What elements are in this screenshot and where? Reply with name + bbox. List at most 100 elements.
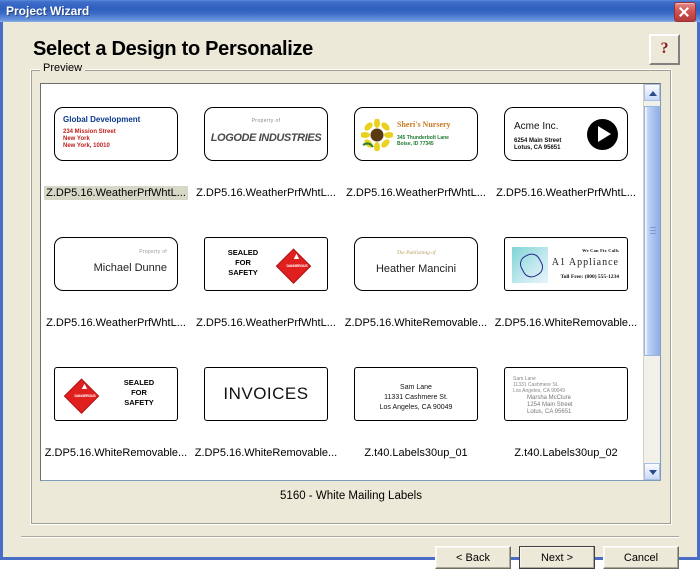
design-text: SEALED FOR SAFETY — [123, 378, 155, 407]
design-item[interactable]: SEALED FOR SAFETY ▲ DANGEROUS Z.DP5.16.WhiteR… — [41, 344, 191, 474]
design-thumbnail-wrap: We Can Fix Calls A1 Appliance Toll Free: (… — [504, 214, 628, 314]
design-item[interactable]: We Can Fix Calls A1 Appliance Toll Free: (… — [491, 214, 641, 344]
design-thumbnail-wrap: SEALED FOR SAFETY ▲ DANGEROUS — [204, 214, 328, 314]
design-row: Property of Michael Dunne Z.DP5.16.Weather… — [41, 214, 644, 344]
design-caption: Z.t40.Labels30up_02 — [514, 447, 618, 459]
design-thumbnail-wrap: Property of LOGODE INDUSTRIES — [204, 84, 328, 184]
design-item[interactable]: INVOICES Z.DP5.16.WhiteRemovable... — [191, 344, 341, 474]
design-property-of: Property of — [139, 249, 167, 255]
scroll-down-button[interactable] — [644, 463, 660, 480]
design-thumbnail: Sam Lane 11331 Cashmere St. Los Angeles, C… — [504, 367, 628, 421]
design-recipient-address: Marsha McClure 1254 Main Street Lotus, CA … — [527, 395, 573, 415]
preview-status-text: 5160 - White Mailing Labels — [280, 490, 422, 502]
design-name: Heather Mancini — [375, 263, 457, 275]
design-logo-text: LOGODE INDUSTRIES — [210, 132, 322, 144]
design-caption: Z.DP5.16.WhiteRemovable... — [44, 447, 188, 459]
design-caption: Z.DP5.16.WeatherPrfWhtL... — [346, 187, 486, 199]
footer-button-bar: < Back Next > Cancel — [435, 546, 679, 569]
appliance-icon — [512, 247, 548, 283]
design-thumbnail-wrap: Sheri's Nursery 345 Thunderbolt Lane Boise… — [354, 84, 478, 184]
design-caption: Z.DP5.16.WhiteRemovable... — [494, 317, 638, 329]
design-thumbnail: INVOICES — [204, 367, 328, 421]
title-bar: Project Wizard — [0, 0, 700, 22]
back-button[interactable]: < Back — [435, 546, 511, 569]
design-item[interactable]: The Publishing of Heather Mancini Z.DP5.16… — [341, 214, 491, 344]
design-thumbnail: The Publishing of Heather Mancini — [354, 237, 478, 291]
design-item[interactable]: Acme Inc. 6254 Main Street Lotus, CA 95651… — [491, 84, 641, 214]
footer-divider — [21, 536, 679, 538]
close-icon[interactable] — [674, 2, 696, 22]
help-button[interactable]: ? — [649, 34, 680, 65]
design-thumbnail-wrap: Global Development 234 Mission Street New … — [54, 84, 178, 184]
design-item[interactable]: SEALED FOR SAFETY ▲ DANGEROUS Z.DP5.16.Weathe… — [191, 214, 341, 344]
scrollbar-grip — [650, 227, 656, 235]
design-text: SEALED FOR SAFETY — [227, 248, 259, 277]
design-title: Acme Inc. — [514, 121, 559, 132]
design-address: 6254 Main Street Lotus, CA 95651 — [514, 138, 562, 151]
design-tagline: We Can Fix Calls — [582, 248, 619, 253]
dialog-client-area: Select a Design to Personalize ? Preview… — [3, 22, 697, 569]
design-return-address: Sam Lane 11331 Cashmere St. Los Angeles, C… — [513, 376, 565, 394]
design-toll-free: Toll Free: (800) 555-1234 — [560, 274, 619, 280]
design-item[interactable]: Global Development 234 Mission Street New … — [41, 84, 191, 214]
chevron-up-icon — [649, 91, 657, 96]
design-caption: Z.DP5.16.WeatherPrfWhtL... — [46, 317, 186, 329]
design-address: 234 Mission Street New York New York, 1001… — [63, 129, 116, 149]
design-item[interactable]: Sheri's Nursery 345 Thunderbolt Lane Boise… — [341, 84, 491, 214]
design-thumbnail: Property of LOGODE INDUSTRIES — [204, 107, 328, 161]
design-title: Global Development — [63, 115, 141, 124]
design-list-viewport: Global Development 234 Mission Street New … — [41, 84, 644, 480]
design-script-text: The Publishing of — [396, 250, 436, 256]
design-thumbnail: SEALED FOR SAFETY ▲ DANGEROUS — [204, 237, 328, 291]
design-name: Michael Dunne — [93, 262, 167, 274]
design-thumbnail-wrap: INVOICES — [204, 344, 328, 444]
preview-legend: Preview — [40, 62, 86, 74]
design-property-of: Property of — [251, 118, 281, 124]
design-thumbnail: We Can Fix Calls A1 Appliance Toll Free: (… — [504, 237, 628, 291]
project-wizard-window: Project Wizard Select a Design to Person… — [0, 0, 700, 569]
design-thumbnail-wrap: Sam Lane 11331 Cashmere St. Los Angeles, C… — [504, 344, 628, 444]
design-title: A1 Appliance — [551, 257, 619, 268]
design-item[interactable]: Property of Michael Dunne Z.DP5.16.Weather… — [41, 214, 191, 344]
back-button-label: < Back — [456, 551, 490, 564]
design-thumbnail: Property of Michael Dunne — [54, 237, 178, 291]
design-caption: Z.t40.Labels30up_01 — [364, 447, 468, 459]
preview-group-box: Preview Global Development 234 Mission St… — [30, 62, 672, 525]
chevron-down-icon — [649, 470, 657, 475]
design-address: Sam Lane 11331 Cashmere St. Los Angeles, C… — [379, 384, 453, 411]
design-address: 345 Thunderbolt Lane Boise, ID 77345 — [397, 135, 449, 147]
next-button-label: Next > — [540, 551, 574, 564]
design-thumbnail-wrap: Acme Inc. 6254 Main Street Lotus, CA 95651 — [504, 84, 628, 184]
design-thumbnail-wrap: The Publishing of Heather Mancini — [354, 214, 478, 314]
design-caption: Z.DP5.16.WhiteRemovable... — [344, 317, 488, 329]
scroll-up-button[interactable] — [644, 84, 660, 101]
design-caption: Z.DP5.16.WeatherPrfWhtL... — [196, 317, 336, 329]
hazard-diamond-icon: ▲ DANGEROUS — [275, 248, 313, 284]
cancel-button[interactable]: Cancel — [603, 546, 679, 569]
design-thumbnail: Sam Lane 11331 Cashmere St. Los Angeles, C… — [354, 367, 478, 421]
design-thumbnail-wrap: Sam Lane 11331 Cashmere St. Los Angeles, C… — [354, 344, 478, 444]
design-thumbnail: SEALED FOR SAFETY ▲ DANGEROUS — [54, 367, 178, 421]
design-thumbnail: Global Development 234 Mission Street New … — [54, 107, 178, 161]
window-title: Project Wizard — [6, 4, 90, 18]
design-row: SEALED FOR SAFETY ▲ DANGEROUS Z.DP5.16.WhiteR… — [41, 344, 644, 474]
design-list-scrollbar[interactable] — [643, 84, 660, 480]
sunflower-image — [361, 119, 393, 151]
design-thumbnail-wrap: SEALED FOR SAFETY ▲ DANGEROUS — [54, 344, 178, 444]
next-button[interactable]: Next > — [519, 546, 595, 569]
design-item[interactable]: Sam Lane 11331 Cashmere St. Los Angeles, C… — [341, 344, 491, 474]
scrollbar-thumb[interactable] — [644, 106, 660, 356]
question-mark-icon: ? — [660, 40, 669, 57]
design-text: INVOICES — [223, 384, 309, 403]
design-thumbnail: Acme Inc. 6254 Main Street Lotus, CA 95651 — [504, 107, 628, 161]
design-caption: Z.DP5.16.WeatherPrfWhtL... — [44, 186, 188, 200]
design-caption: Z.DP5.16.WeatherPrfWhtL... — [196, 187, 336, 199]
design-row: Global Development 234 Mission Street New … — [41, 84, 644, 214]
design-item[interactable]: Property of LOGODE INDUSTRIES Z.DP5.16.Wea… — [191, 84, 341, 214]
design-thumbnail-wrap: Property of Michael Dunne — [54, 214, 178, 314]
hazard-diamond-icon: ▲ DANGEROUS — [63, 378, 101, 414]
design-thumbnail: Sheri's Nursery 345 Thunderbolt Lane Boise… — [354, 107, 478, 161]
design-caption: Z.DP5.16.WeatherPrfWhtL... — [496, 187, 636, 199]
design-list[interactable]: Global Development 234 Mission Street New … — [40, 83, 661, 481]
design-item[interactable]: Sam Lane 11331 Cashmere St. Los Angeles, C… — [491, 344, 641, 474]
